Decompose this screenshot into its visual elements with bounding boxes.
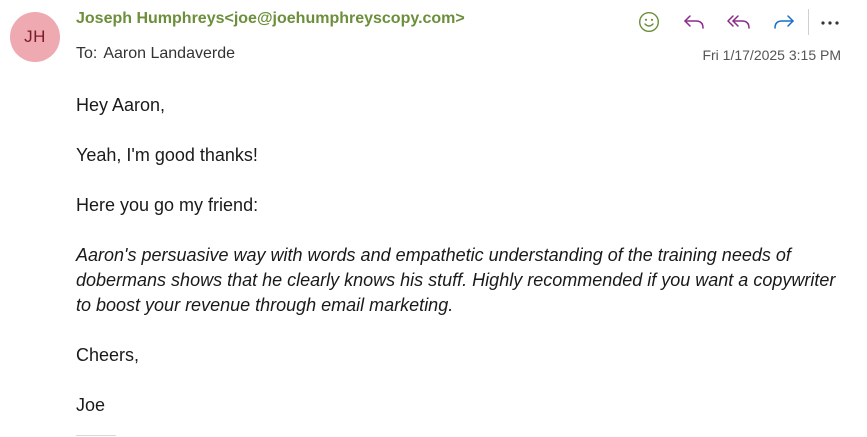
react-button[interactable]	[632, 8, 666, 36]
more-icon	[820, 13, 840, 31]
recipient-line: To: Aaron Landaverde	[76, 45, 235, 63]
body-greeting: Hey Aaron,	[76, 95, 166, 115]
smiley-icon	[638, 11, 660, 33]
body-line: Yeah, I'm good thanks!	[76, 145, 258, 165]
sender-name-email[interactable]: Joseph Humphreys<joe@joehumphreyscopy.co…	[76, 10, 465, 28]
reply-icon	[682, 12, 706, 32]
reply-all-button[interactable]	[722, 8, 756, 36]
forward-icon	[772, 12, 796, 32]
more-actions-button[interactable]	[815, 8, 845, 36]
forward-button[interactable]	[767, 8, 801, 36]
body-line: Here you go my friend:	[76, 195, 259, 215]
toolbar-divider	[808, 9, 809, 35]
email-reading-pane: JH Joseph Humphreys<joe@joehumphreyscopy…	[0, 0, 867, 437]
message-actions-toolbar	[632, 8, 845, 36]
reply-button[interactable]	[677, 8, 711, 36]
message-body: Hey Aaron, Yeah, I'm good thanks! Here y…	[76, 93, 836, 437]
body-signoff: Cheers,	[76, 345, 140, 365]
reply-all-icon	[726, 12, 752, 32]
avatar-initials: JH	[24, 27, 46, 46]
testimonial-quote: Aaron's persuasive way with words and em…	[76, 245, 836, 315]
signature-divider	[76, 435, 116, 436]
message-date: Fri 1/17/2025 3:15 PM	[702, 47, 841, 63]
avatar[interactable]: JH	[10, 12, 60, 62]
to-label: To:	[76, 45, 98, 62]
body-signature: Joe	[76, 395, 106, 415]
recipient-name[interactable]: Aaron Landaverde	[103, 45, 235, 62]
